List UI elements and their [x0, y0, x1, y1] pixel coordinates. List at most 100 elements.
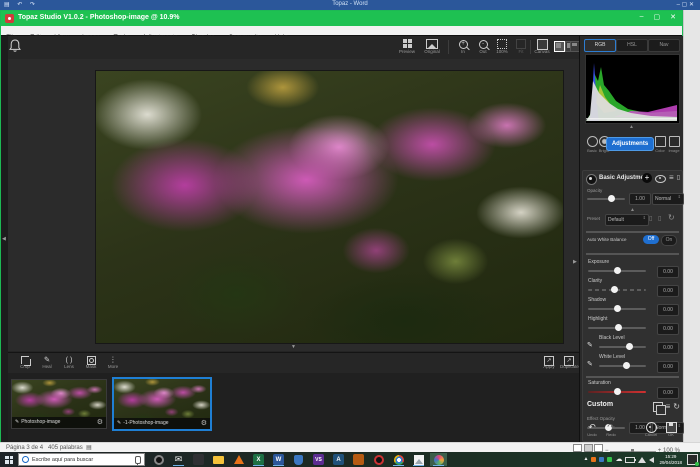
- print-layout-icon[interactable]: [584, 444, 593, 452]
- gear-icon[interactable]: ⚙: [201, 418, 207, 429]
- photo-canvas[interactable]: [96, 71, 563, 343]
- taskbar-visual-studio[interactable]: VS: [310, 453, 327, 466]
- awb-off-toggle[interactable]: Off: [643, 235, 659, 244]
- hidden-icons-caret[interactable]: ▲: [584, 452, 589, 467]
- duplicate-button[interactable]: ↗ Duplicate: [560, 355, 578, 369]
- onedrive-cloud-icon[interactable]: ☁: [615, 452, 622, 467]
- mode-image[interactable]: Image: [666, 136, 682, 153]
- preview-button[interactable]: Preview: [397, 38, 417, 54]
- proofing-icon[interactable]: ▤: [86, 444, 92, 451]
- filmstrip-collapse-icon[interactable]: ▼: [291, 344, 296, 350]
- taskbar-store[interactable]: [190, 453, 207, 466]
- taskbar-app-orange[interactable]: [350, 453, 367, 466]
- apply-button[interactable]: ↗ Apply: [540, 355, 558, 369]
- fit-button[interactable]: Fit: [511, 38, 531, 54]
- panel-menu-icon[interactable]: ≡: [669, 173, 674, 183]
- thumbnail-edited-selected[interactable]: ✎ -1-Photoshop-image ⚙: [112, 377, 212, 431]
- taskbar-defender[interactable]: [290, 453, 307, 466]
- highlight-slider[interactable]: [588, 327, 646, 329]
- taskbar-chrome[interactable]: [390, 453, 407, 466]
- left-panel-handle[interactable]: ◀: [1, 36, 8, 442]
- tray-app-icon[interactable]: [599, 457, 604, 462]
- black-level-slider[interactable]: [599, 346, 646, 348]
- close-button[interactable]: ✕: [670, 13, 676, 21]
- view-mode-single[interactable]: [554, 41, 565, 52]
- awb-on-toggle[interactable]: On: [661, 235, 677, 246]
- histogram: [585, 54, 680, 124]
- notifications-bell-icon[interactable]: [9, 39, 21, 53]
- pen-icon[interactable]: ✎: [587, 360, 593, 368]
- word-window-controls[interactable]: – ▢ ✕: [677, 1, 694, 8]
- cancel-button[interactable]: Cancel: [642, 422, 660, 437]
- tray-app-icon[interactable]: [591, 457, 596, 462]
- bottom-toolbar: Crop ✎ Heal ( ) Lens Mask ⋮ More ↗ Apply: [8, 352, 579, 374]
- adjustments-button[interactable]: Adjustments: [606, 137, 654, 151]
- zoom-out-button[interactable]: - Out: [473, 38, 493, 54]
- heal-tool-button[interactable]: ✎ Heal: [38, 355, 56, 369]
- undo-button[interactable]: ↶ Undo: [583, 422, 601, 437]
- taskbar-search[interactable]: Escribe aquí para buscar: [18, 453, 145, 466]
- taskbar-file-explorer[interactable]: [210, 453, 227, 466]
- preset-save-icon[interactable]: ▯: [649, 214, 652, 224]
- minimize-button[interactable]: –: [640, 13, 644, 21]
- tab-hsl[interactable]: HSL: [616, 39, 648, 52]
- taskbar-excel[interactable]: X: [250, 453, 267, 466]
- histogram-collapse-icon[interactable]: ▲: [580, 124, 683, 130]
- visibility-eye-icon[interactable]: [655, 175, 666, 183]
- taskbar-opera[interactable]: [370, 453, 387, 466]
- custom-menu-icon[interactable]: ≡: [666, 402, 671, 412]
- canvas-button[interactable]: Canvas: [532, 38, 552, 54]
- app-title: Topaz Studio V1.0.2 - Photoshop-image @ …: [18, 14, 180, 21]
- original-button[interactable]: Original: [422, 38, 442, 54]
- tab-rgb[interactable]: RGB: [584, 39, 616, 52]
- word-word-count[interactable]: 405 palabras: [48, 445, 83, 451]
- clarity-slider[interactable]: [588, 289, 646, 291]
- shadow-slider[interactable]: [588, 308, 646, 310]
- thumbnail-original[interactable]: ✎ Photoshop-image ⚙: [11, 379, 107, 429]
- gear-icon[interactable]: ⚙: [97, 417, 103, 428]
- tab-nav[interactable]: Nav: [648, 39, 680, 52]
- action-center-icon[interactable]: [687, 454, 698, 465]
- zoom-in-button[interactable]: + In: [453, 38, 473, 54]
- taskbar-topaz-active[interactable]: [430, 453, 447, 466]
- delete-trash-icon[interactable]: ▯: [677, 173, 680, 183]
- lens-tool-button[interactable]: ( ) Lens: [60, 355, 78, 369]
- network-icon[interactable]: [638, 457, 646, 463]
- shield-icon: [294, 455, 303, 465]
- taskbar-photoshop[interactable]: A: [330, 453, 347, 466]
- ok-button[interactable]: OK: [662, 422, 680, 437]
- word-page-indicator[interactable]: Página 3 de 4: [6, 445, 43, 451]
- preset-copy-icon[interactable]: ▯: [658, 214, 661, 224]
- battery-icon[interactable]: [625, 457, 635, 463]
- white-level-slider[interactable]: [599, 365, 646, 367]
- taskbar-photos[interactable]: [410, 453, 427, 466]
- taskbar-mail[interactable]: ✉: [170, 453, 187, 466]
- taskbar-vlc[interactable]: [230, 453, 247, 466]
- microphone-icon[interactable]: [135, 456, 141, 464]
- taskbar-clock[interactable]: 15:29 29/04/2018: [657, 454, 684, 465]
- preset-reset-icon[interactable]: ↻: [668, 213, 675, 223]
- redo-button[interactable]: ↷ Redo: [602, 422, 620, 437]
- copy-icon[interactable]: [653, 402, 663, 412]
- volume-icon[interactable]: [649, 457, 654, 463]
- blend-mode-dropdown[interactable]: Normal⇕: [652, 193, 684, 205]
- taskbar-task-view[interactable]: [150, 453, 167, 466]
- zoom-100-button[interactable]: 100%: [492, 38, 512, 54]
- maximize-button[interactable]: ▢: [654, 13, 661, 21]
- saturation-slider[interactable]: [588, 391, 646, 393]
- add-adjustment-button[interactable]: +: [642, 173, 652, 183]
- preset-dropdown[interactable]: Default⇕: [605, 214, 649, 226]
- taskbar-word[interactable]: W: [270, 453, 287, 466]
- custom-reset-icon[interactable]: ↻: [673, 402, 680, 412]
- tray-app-icon[interactable]: [607, 457, 612, 462]
- web-layout-icon[interactable]: [594, 444, 603, 452]
- start-button[interactable]: [0, 452, 18, 467]
- right-panel-handle-icon[interactable]: ▶: [573, 259, 577, 265]
- crop-tool-button[interactable]: Crop: [16, 355, 34, 369]
- mask-tool-button[interactable]: Mask: [82, 355, 100, 369]
- more-tools-button[interactable]: ⋮ More: [104, 355, 122, 369]
- pen-icon[interactable]: ✎: [587, 341, 593, 349]
- opacity-slider[interactable]: [587, 198, 625, 200]
- exposure-slider[interactable]: [588, 270, 646, 272]
- read-mode-icon[interactable]: [573, 444, 582, 452]
